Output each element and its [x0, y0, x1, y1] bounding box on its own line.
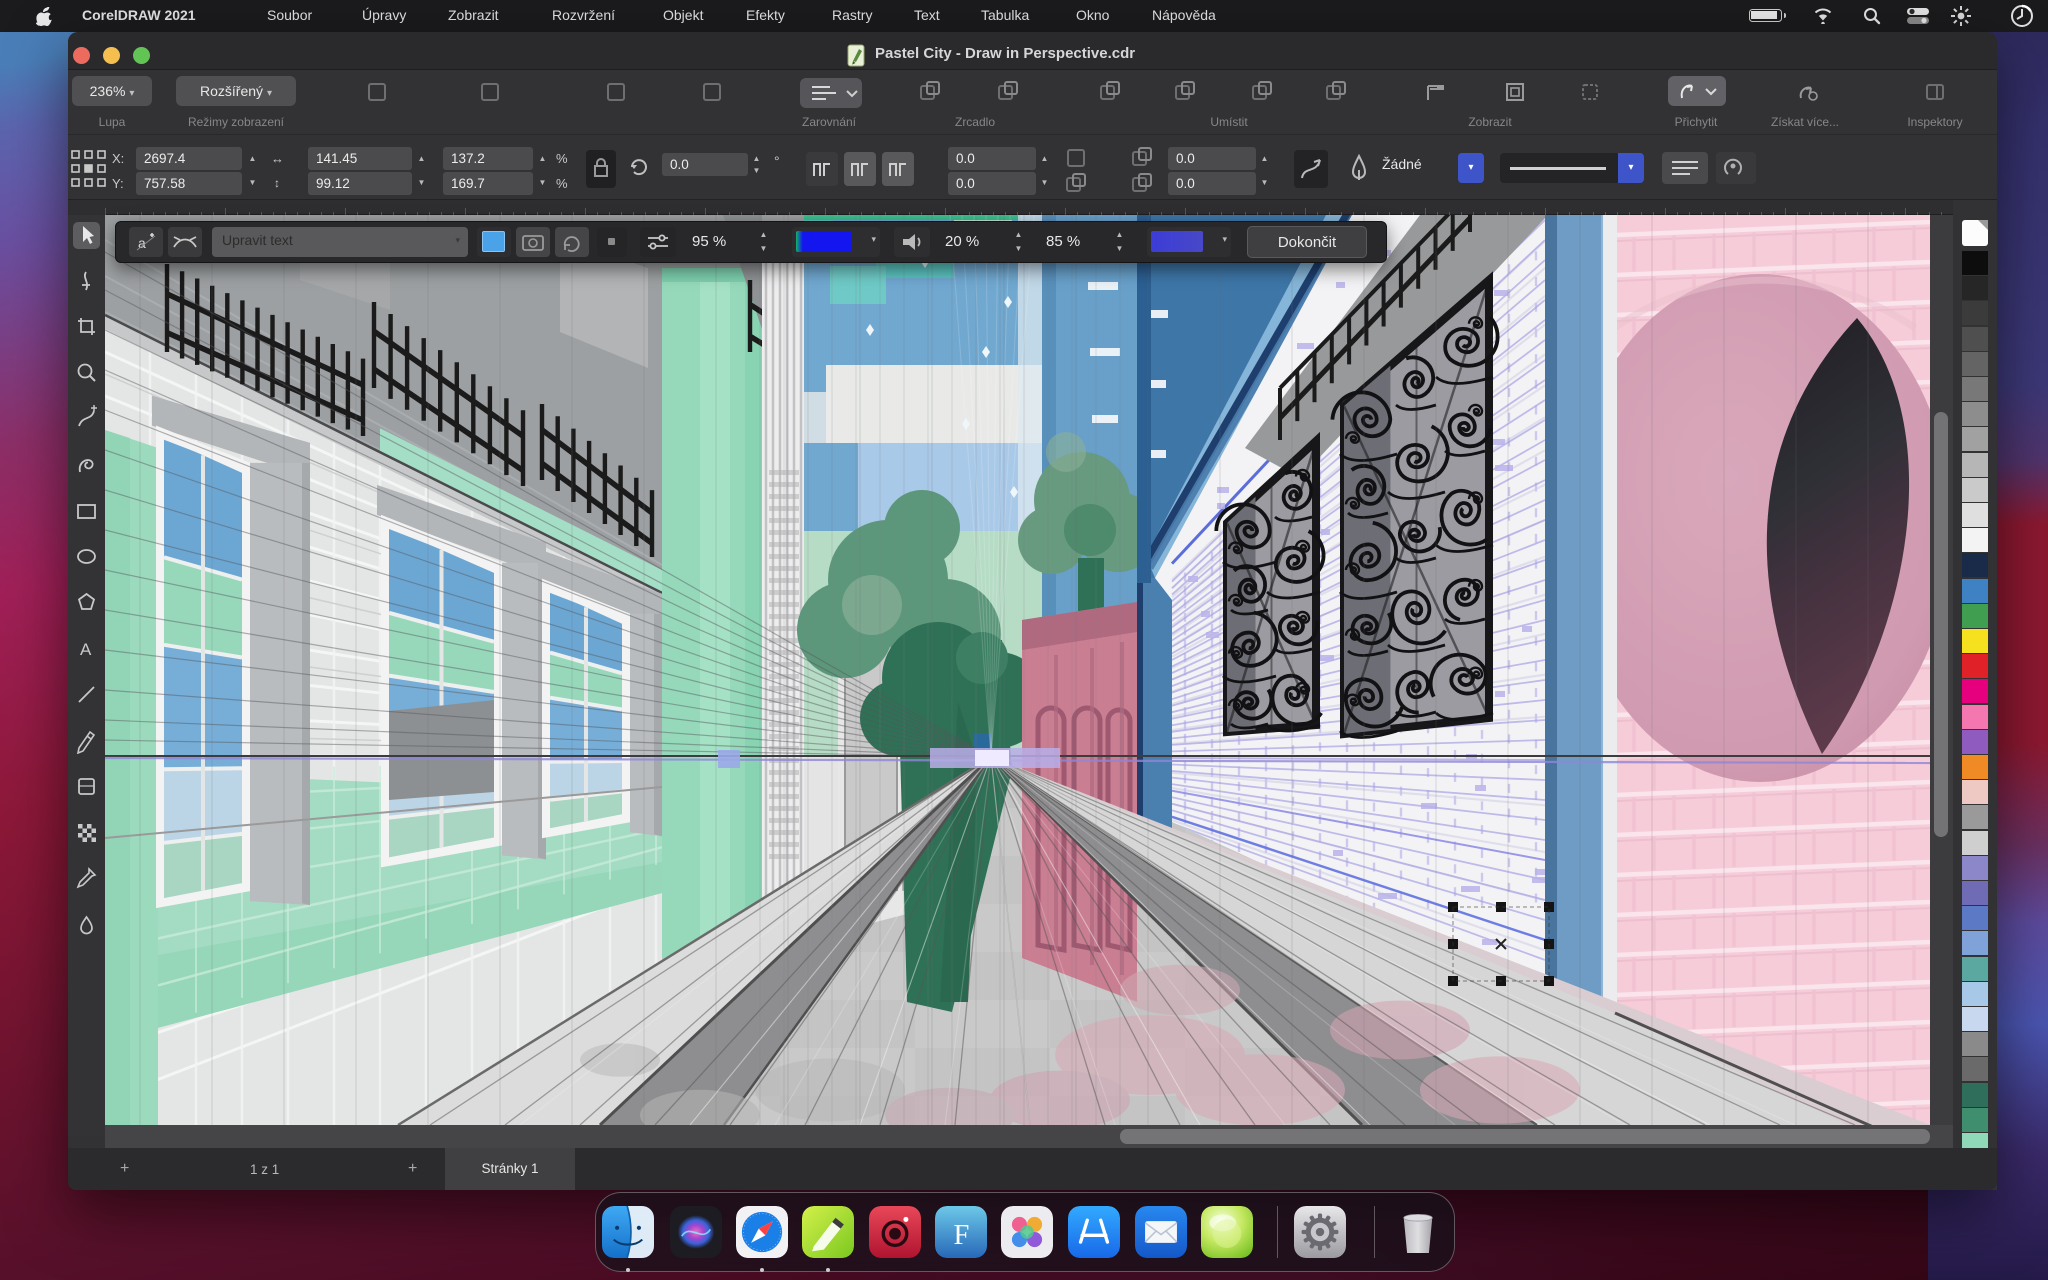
- svg-text:A: A: [80, 640, 92, 659]
- svg-text:F: F: [953, 1220, 969, 1251]
